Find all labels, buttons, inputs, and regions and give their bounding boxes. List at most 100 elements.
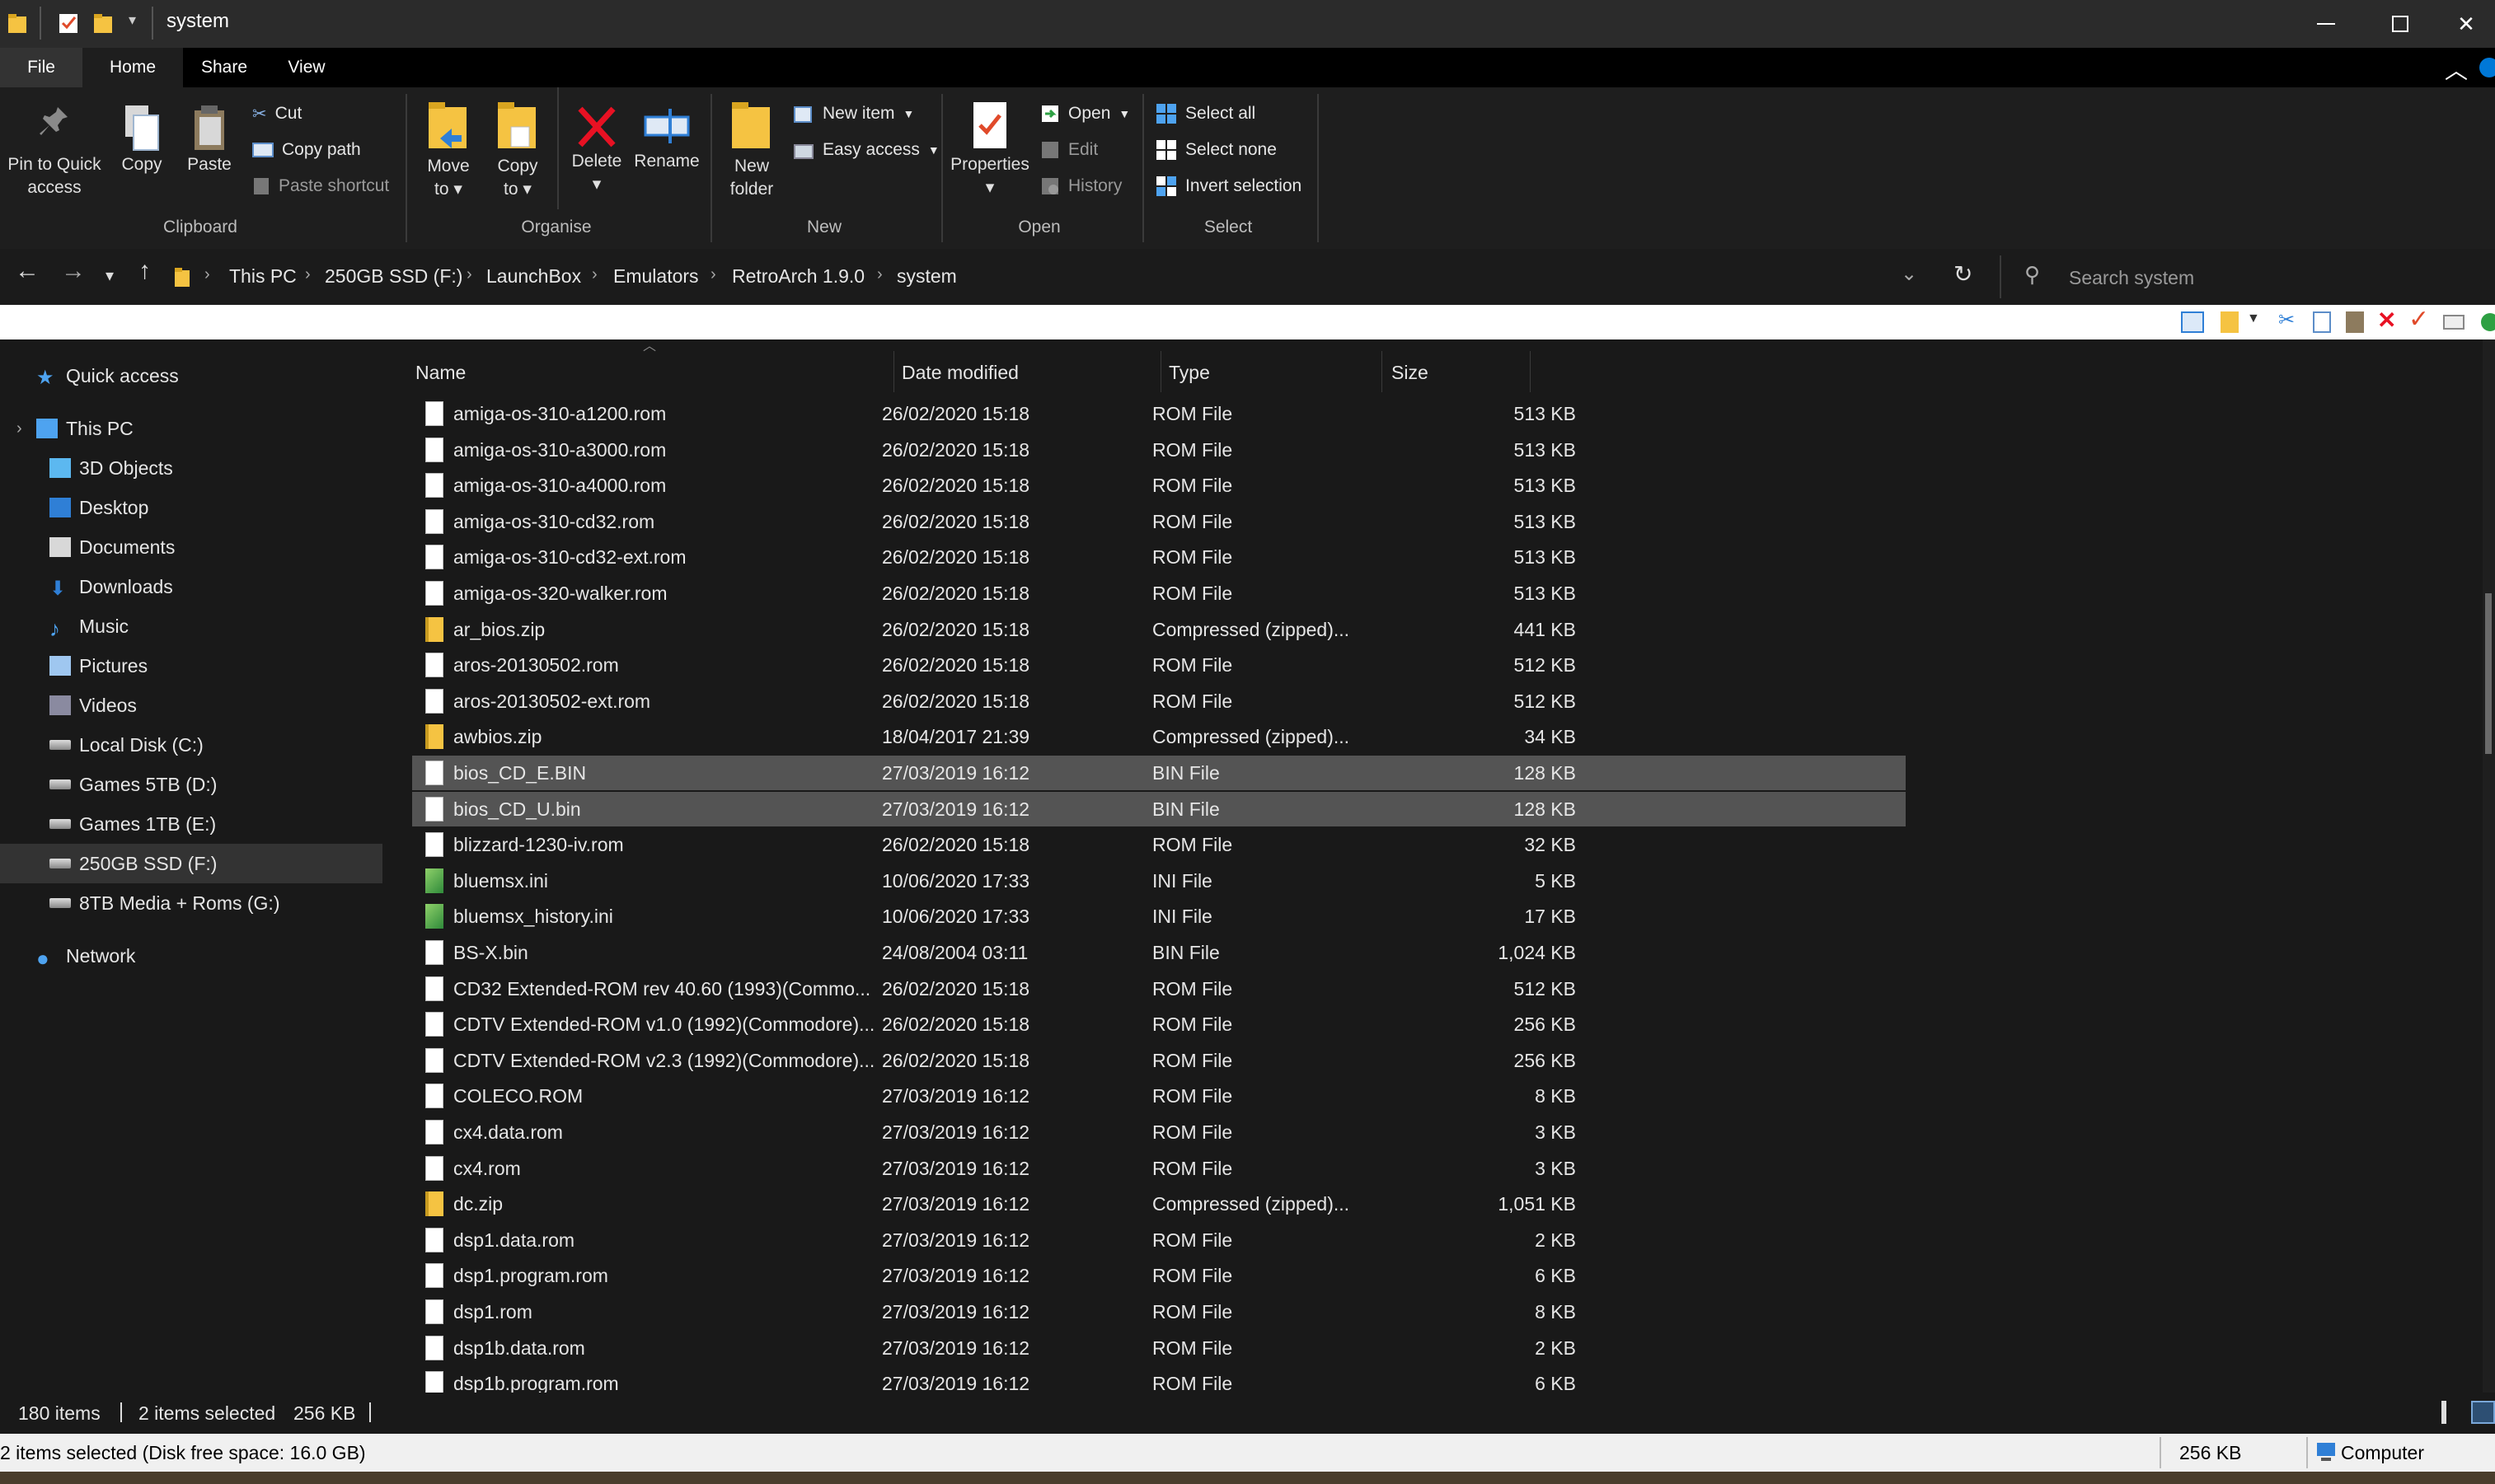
edit-button[interactable]: Edit — [1040, 135, 1098, 165]
search-box[interactable]: ⚲ Search system — [2000, 255, 2495, 298]
paste-shortcut-button[interactable]: Paste shortcut — [252, 171, 389, 201]
nav-item[interactable]: 8TB Media + Roms (G:) — [0, 883, 382, 923]
breadcrumb-launchbox[interactable]: LaunchBox — [486, 265, 581, 288]
delete-button[interactable]: Delete ▾ — [564, 104, 630, 196]
close-button[interactable]: ✕ — [2437, 0, 2495, 48]
file-row[interactable]: amiga-os-310-a1200.rom 26/02/2020 15:18 RO… — [412, 396, 1906, 431]
address-dropdown-icon[interactable]: ⌄ — [1901, 262, 1917, 286]
open-button[interactable]: Open ▼ — [1040, 99, 1130, 129]
easy-access-button[interactable]: Easy access ▼ — [793, 135, 940, 165]
nav-item[interactable]: Videos — [0, 686, 382, 725]
history-button[interactable]: History — [1040, 171, 1122, 201]
file-row[interactable]: amiga-os-310-cd32-ext.rom 26/02/2020 15:1… — [412, 540, 1906, 574]
tab-share[interactable]: Share — [183, 48, 265, 87]
file-row[interactable]: awbios.zip 18/04/2017 21:39 Compressed (zi… — [412, 719, 1906, 754]
details-view-icon[interactable] — [2441, 1401, 2446, 1424]
copy-to-button[interactable]: Copy to ▾ — [485, 99, 551, 201]
file-row[interactable]: dc.zip 27/03/2019 16:12 Compressed (zipped… — [412, 1187, 1906, 1221]
pin-to-quick-access-button[interactable]: Pin to Quick access — [0, 104, 109, 199]
tab-file[interactable]: File — [0, 48, 82, 87]
file-row[interactable]: bios_CD_U.bin 27/03/2019 16:12 BIN File 128… — [412, 792, 1906, 826]
nav-item[interactable]: Games 5TB (D:) — [0, 765, 382, 804]
move-to-button[interactable]: Move to ▾ — [415, 99, 481, 201]
dropdown-icon[interactable]: ▼ — [2247, 311, 2260, 326]
customize-quick-access-icon[interactable]: ▾ — [129, 12, 136, 29]
nav-item[interactable]: 3D Objects — [0, 448, 382, 488]
new-item-button[interactable]: New item ▼ — [793, 99, 914, 129]
paste-button[interactable]: Paste — [176, 104, 242, 176]
file-row[interactable]: dsp1.data.rom 27/03/2019 16:12 ROM File 2 K… — [412, 1223, 1906, 1257]
up-arrow-icon[interactable]: ↑ — [138, 257, 151, 285]
nav-item[interactable]: Local Disk (C:) — [0, 725, 382, 765]
nav-item[interactable]: Desktop — [0, 488, 382, 527]
back-arrow-icon[interactable]: ← — [15, 257, 40, 285]
breadcrumb-emulators[interactable]: Emulators — [613, 265, 699, 288]
large-icons-view-icon[interactable] — [2471, 1401, 2495, 1424]
select-all-button[interactable]: Select all — [1156, 99, 1255, 129]
breadcrumb-drive[interactable]: 250GB SSD (F:) — [325, 265, 462, 288]
properties-button[interactable]: Properties ▾ — [948, 99, 1032, 199]
file-row[interactable]: dsp1b.data.rom 27/03/2019 16:12 ROM File 2 … — [412, 1331, 1906, 1365]
copy-icon[interactable] — [2313, 311, 2331, 333]
file-row[interactable]: bluemsx.ini 10/06/2020 17:33 INI File 5 KB — [412, 864, 1906, 898]
copy-button[interactable]: Copy — [109, 104, 175, 176]
select-none-button[interactable]: Select none — [1156, 135, 1277, 165]
new-folder-quick-icon[interactable] — [92, 12, 114, 35]
vertical-scrollbar[interactable] — [2483, 339, 2495, 1393]
nav-item[interactable]: ⬇ Downloads — [0, 567, 382, 606]
file-row[interactable]: amiga-os-310-a4000.rom 26/02/2020 15:18 RO… — [412, 468, 1906, 503]
maximize-button[interactable] — [2363, 0, 2437, 48]
file-row[interactable]: dsp1.program.rom 27/03/2019 16:12 ROM File… — [412, 1258, 1906, 1293]
rename-button[interactable]: Rename — [631, 104, 702, 173]
scissors-icon[interactable]: ✂ — [2278, 308, 2295, 332]
nav-item[interactable]: Documents — [0, 527, 382, 567]
file-row[interactable]: BS-X.bin 24/08/2004 03:11 BIN File 1,024 KB — [412, 935, 1906, 970]
search-input[interactable]: Search system — [2069, 267, 2194, 289]
file-row[interactable]: aros-20130502-ext.rom 26/02/2020 15:18 ROM… — [412, 684, 1906, 719]
delete-x-icon[interactable]: ✕ — [2377, 307, 2396, 334]
file-row[interactable]: blizzard-1230-iv.rom 26/02/2020 15:18 ROM … — [412, 827, 1906, 862]
scrollbar-thumb[interactable] — [2485, 593, 2492, 754]
breadcrumb-chevron-icon[interactable]: › — [467, 265, 472, 284]
file-row[interactable]: CDTV Extended-ROM v1.0 (1992)(Commodore)… — [412, 1007, 1906, 1042]
file-row[interactable]: CDTV Extended-ROM v2.3 (1992)(Commodore)… — [412, 1043, 1906, 1078]
breadcrumb-chevron-icon[interactable]: › — [305, 265, 311, 284]
nav-item[interactable]: ● Network — [0, 936, 382, 976]
checkmark-icon[interactable]: ✓ — [2408, 305, 2429, 334]
globe-icon[interactable] — [2481, 313, 2495, 331]
properties-quick-icon[interactable] — [58, 12, 79, 35]
file-row[interactable]: ar_bios.zip 26/02/2020 15:18 Compressed (z… — [412, 612, 1906, 647]
forward-arrow-icon[interactable]: → — [61, 257, 86, 285]
file-row[interactable]: bluemsx_history.ini 10/06/2020 17:33 INI F… — [412, 899, 1906, 934]
breadcrumb-chevron-icon[interactable]: › — [204, 265, 210, 284]
minimize-button[interactable] — [2289, 0, 2363, 48]
invert-selection-button[interactable]: Invert selection — [1156, 171, 1301, 201]
nav-item[interactable]: ★ Quick access — [0, 356, 382, 396]
file-row[interactable]: amiga-os-310-cd32.rom 26/02/2020 15:18 ROM… — [412, 504, 1906, 539]
nav-item[interactable]: ♪ Music — [0, 606, 382, 646]
file-row[interactable]: dsp1.rom 27/03/2019 16:12 ROM File 8 KB — [412, 1294, 1906, 1329]
breadcrumb-this-pc[interactable]: This PC — [229, 265, 297, 288]
copy-path-button[interactable]: Copy path — [252, 135, 361, 165]
file-row[interactable]: bios_CD_E.BIN 27/03/2019 16:12 BIN File 128… — [412, 756, 1906, 790]
refresh-icon[interactable]: ↻ — [1953, 260, 1972, 288]
collapse-ribbon-icon[interactable]: ︿ — [2445, 53, 2468, 86]
breadcrumb-system[interactable]: system — [897, 265, 957, 288]
file-row[interactable]: cx4.rom 27/03/2019 16:12 ROM File 3 KB — [412, 1151, 1906, 1186]
file-row[interactable]: amiga-os-310-a3000.rom 26/02/2020 15:18 RO… — [412, 433, 1906, 467]
nav-item[interactable]: Games 1TB (E:) — [0, 804, 382, 844]
preview-pane-icon[interactable] — [2181, 311, 2204, 333]
file-row[interactable]: aros-20130502.rom 26/02/2020 15:18 ROM Fil… — [412, 648, 1906, 682]
recent-locations-chevron-icon[interactable]: ▾ — [106, 265, 114, 286]
help-icon[interactable] — [2479, 58, 2495, 77]
tab-home[interactable]: Home — [82, 48, 183, 87]
breadcrumb-chevron-icon[interactable]: › — [592, 265, 598, 284]
tab-view[interactable]: View — [265, 48, 348, 87]
details-pane-icon[interactable] — [2221, 311, 2239, 333]
rename-icon[interactable] — [2443, 315, 2465, 330]
nav-item[interactable]: › This PC — [0, 409, 382, 448]
breadcrumb-chevron-icon[interactable]: › — [711, 265, 716, 284]
file-row[interactable]: cx4.data.rom 27/03/2019 16:12 ROM File 3 KB — [412, 1115, 1906, 1149]
breadcrumb-chevron-icon[interactable]: › — [877, 265, 883, 284]
nav-item[interactable]: 250GB SSD (F:) — [0, 844, 382, 883]
